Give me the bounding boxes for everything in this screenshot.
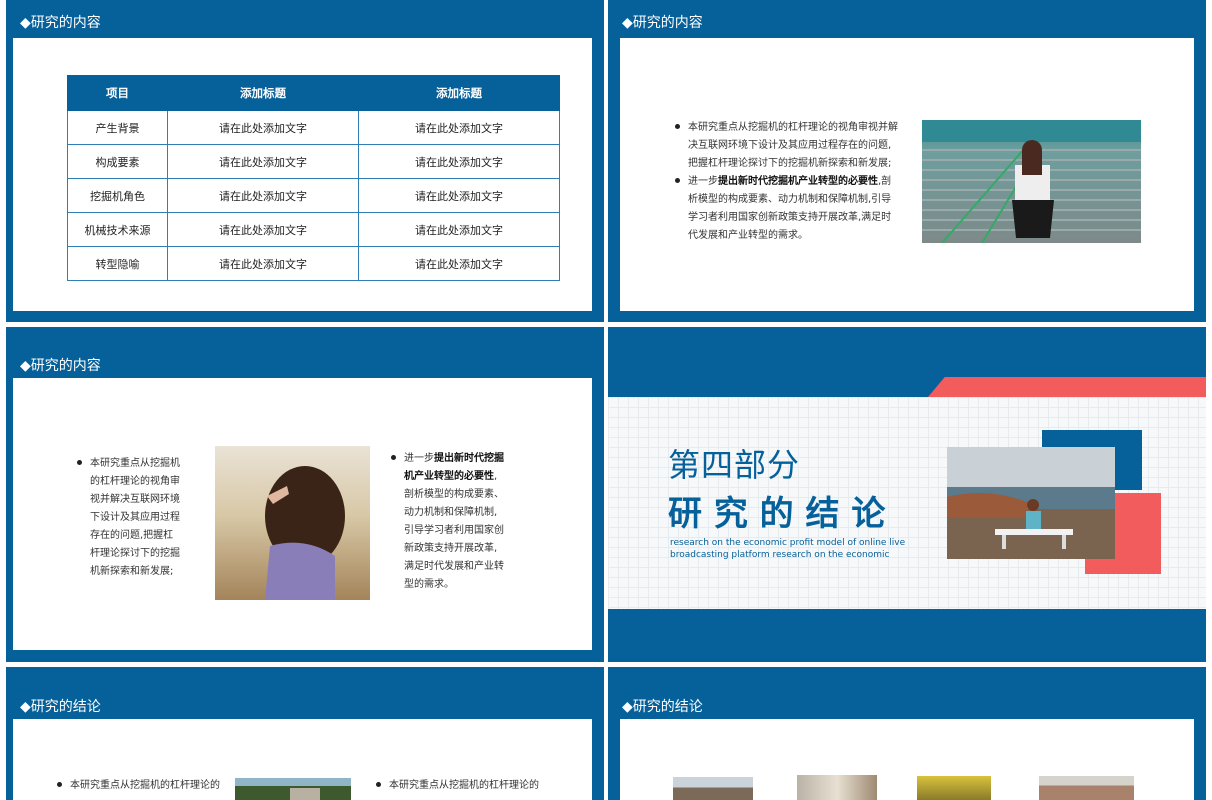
content-panel: 本研究重点从挖掘机的杠杆理论的 本研究重点从挖掘机的杠杆理论的: [13, 719, 592, 800]
thumbnail-photo: [797, 775, 877, 800]
table-cell: 请在此处添加文字: [358, 178, 560, 213]
content-panel: [620, 719, 1194, 800]
bullet-dot-icon: [57, 781, 62, 787]
slide-1[interactable]: ◆研究的内容 项目 添加标题 添加标题 产生背景 请在此处添加文字 请在此处添加文字…: [6, 0, 604, 322]
slide-6[interactable]: ◆研究的结论: [608, 667, 1206, 800]
seaside-photo: [947, 447, 1115, 559]
bullet-text: 本研究重点从挖掘机的杠杆理论的视角审视并解 决互联网环境下设计及其应用过程存在的…: [675, 119, 905, 245]
content-table: 项目 添加标题 添加标题 产生背景 请在此处添加文字 请在此处添加文字 构成要素 请在…: [67, 75, 560, 281]
slide-5[interactable]: ◆研究的结论 本研究重点从挖掘机的杠杆理论的 本研究重点从挖掘机的杠杆理论的: [6, 667, 604, 800]
table-cell: 请在此处添加文字: [167, 178, 359, 213]
content-panel: 本研究重点从挖掘机 的杠杆理论的视角审 视并解决互联网环境 下设计及其应用过程 …: [13, 378, 592, 650]
slide-title: ◆研究的结论: [20, 699, 101, 715]
accent-stripe: [928, 377, 1206, 397]
landscape-photo: [235, 778, 351, 800]
section-number: 第四部分: [668, 446, 801, 484]
bullet-dot-icon: [675, 123, 680, 129]
bullet-dot-icon: [77, 459, 82, 465]
table-cell: 产生背景: [67, 110, 168, 145]
table-cell: 请在此处添加文字: [167, 144, 359, 179]
bullet-dot-icon: [391, 454, 396, 460]
table-row: 挖掘机角色 请在此处添加文字 请在此处添加文字: [67, 178, 560, 213]
slide-title: ◆研究的内容: [20, 358, 101, 374]
table-cell: 构成要素: [67, 144, 168, 179]
content-panel: 项目 添加标题 添加标题 产生背景 请在此处添加文字 请在此处添加文字 构成要素 请在…: [13, 38, 592, 311]
thumbnail-photo: [673, 777, 753, 800]
table-cell: 请在此处添加文字: [358, 144, 560, 179]
table-row: 构成要素 请在此处添加文字 请在此处添加文字: [67, 144, 560, 179]
thumbnail-photo: [917, 776, 991, 800]
section-subtitle: research on the economic profit model of…: [670, 538, 906, 560]
table-row: 转型隐喻 请在此处添加文字 请在此处添加文字: [67, 246, 560, 281]
table-cell: 请在此处添加文字: [358, 212, 560, 247]
slide-4-section-cover[interactable]: 第四部分 研 究 的 结 论 research on the economic …: [608, 327, 1206, 662]
slide-title: ◆研究的内容: [20, 15, 101, 31]
bullet-text-left: 本研究重点从挖掘机的杠杆理论的: [57, 777, 220, 795]
table-header: 添加标题: [358, 75, 560, 111]
table-row: 机械技术来源 请在此处添加文字 请在此处添加文字: [67, 212, 560, 247]
table-header: 项目: [67, 75, 168, 111]
bullet-text-right: 进一步提出新时代挖掘 机产业转型的必要性, 剖析模型的构成要素、 动力机制和保障…: [391, 450, 531, 594]
bullet-dot-icon: [675, 177, 680, 183]
girl-in-field-photo: [215, 446, 370, 600]
slide-title: ◆研究的结论: [622, 699, 703, 715]
table-cell: 请在此处添加文字: [167, 246, 359, 281]
table-row: 产生背景 请在此处添加文字 请在此处添加文字: [67, 110, 560, 145]
stairs-photo: [922, 120, 1141, 243]
table-cell: 转型隐喻: [67, 246, 168, 281]
bullet-text-left: 本研究重点从挖掘机 的杠杆理论的视角审 视并解决互联网环境 下设计及其应用过程 …: [77, 455, 207, 581]
section-heading: 研 究 的 结 论: [668, 494, 886, 534]
content-panel: 本研究重点从挖掘机的杠杆理论的视角审视并解 决互联网环境下设计及其应用过程存在的…: [620, 38, 1194, 311]
bullet-text-right: 本研究重点从挖掘机的杠杆理论的: [376, 777, 539, 795]
table-cell: 请在此处添加文字: [167, 110, 359, 145]
table-cell: 机械技术来源: [67, 212, 168, 247]
table-cell: 请在此处添加文字: [358, 110, 560, 145]
thumbnail-photo: [1039, 776, 1134, 800]
slide-title: ◆研究的内容: [622, 15, 703, 31]
table-cell: 请在此处添加文字: [167, 212, 359, 247]
bullet-dot-icon: [376, 781, 381, 787]
table-cell: 请在此处添加文字: [358, 246, 560, 281]
table-header: 添加标题: [167, 75, 359, 111]
slide-2[interactable]: ◆研究的内容 本研究重点从挖掘机的杠杆理论的视角审视并解 决互联网环境下设计及其…: [608, 0, 1206, 322]
table-cell: 挖掘机角色: [67, 178, 168, 213]
slide-3[interactable]: ◆研究的内容 本研究重点从挖掘机 的杠杆理论的视角审 视并解决互联网环境 下设计…: [6, 327, 604, 662]
